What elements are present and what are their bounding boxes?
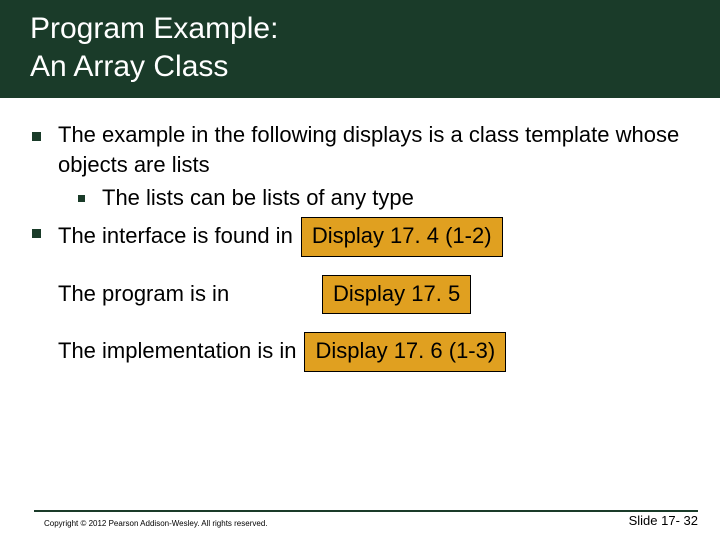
bullet-2-text: The interface is found in — [58, 221, 293, 251]
square-bullet-icon — [32, 132, 41, 141]
slide-number: Slide 17- 32 — [629, 513, 698, 528]
sub-bullet-item-1: The lists can be lists of any type — [58, 183, 692, 213]
footer-divider — [34, 510, 698, 512]
line-implementation-text: The implementation is in — [58, 336, 296, 366]
square-bullet-icon — [32, 229, 41, 238]
bullet-item-1: The example in the following displays is… — [58, 120, 692, 179]
line-program: The program is in Display 17. 5 — [58, 275, 692, 315]
sub-bullet-1-text: The lists can be lists of any type — [102, 185, 414, 210]
display-link-17-4[interactable]: Display 17. 4 (1-2) — [301, 217, 503, 257]
copyright-text: Copyright © 2012 Pearson Addison-Wesley.… — [44, 519, 268, 528]
bullet-1-text: The example in the following displays is… — [58, 122, 679, 177]
slide-footer: Copyright © 2012 Pearson Addison-Wesley.… — [0, 513, 720, 528]
slide-content: The example in the following displays is… — [0, 98, 720, 372]
square-bullet-icon — [78, 195, 85, 202]
title-bar: Program Example: An Array Class — [0, 0, 720, 98]
title-line-2: An Array Class — [30, 50, 228, 83]
line-program-text: The program is in — [58, 279, 314, 309]
title-line-1: Program Example: — [30, 12, 278, 45]
slide-title: Program Example: An Array Class — [30, 10, 720, 85]
display-link-17-6[interactable]: Display 17. 6 (1-3) — [304, 332, 506, 372]
display-link-17-5[interactable]: Display 17. 5 — [322, 275, 471, 315]
bullet-item-2: The interface is found in Display 17. 4 … — [58, 217, 692, 257]
line-implementation: The implementation is in Display 17. 6 (… — [58, 332, 692, 372]
